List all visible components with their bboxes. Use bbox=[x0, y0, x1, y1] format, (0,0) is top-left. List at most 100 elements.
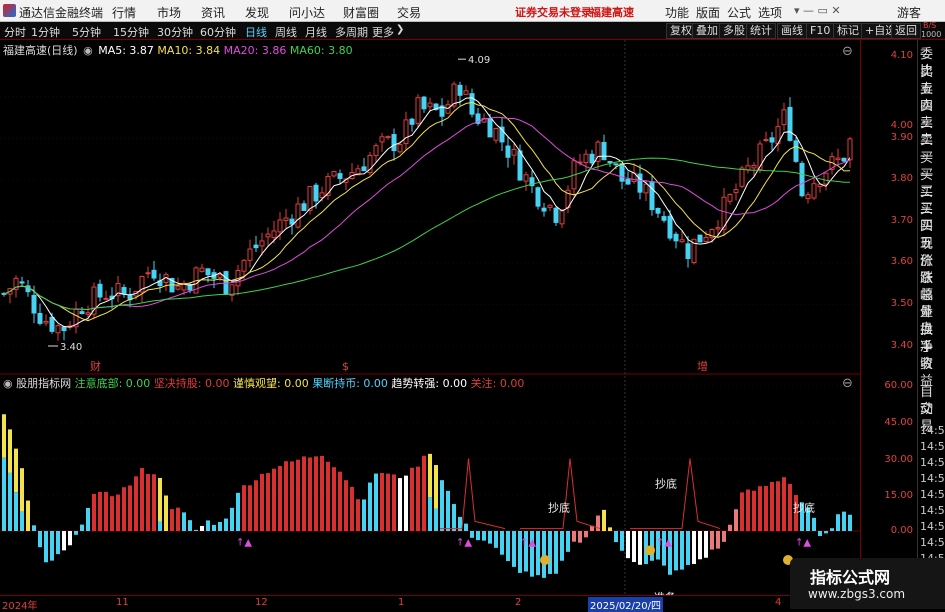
menu-icons[interactable]: ▾ — ▭ ✕ bbox=[794, 4, 841, 17]
hist-bar bbox=[14, 492, 18, 531]
indicator-settings-icon[interactable]: ◉ bbox=[3, 377, 13, 390]
period-5min[interactable]: 5分钟 bbox=[72, 24, 101, 40]
hist-bar bbox=[278, 466, 282, 531]
login-warning[interactable]: 证券交易未登录 bbox=[515, 4, 592, 20]
guest-button[interactable]: 游客 bbox=[897, 4, 921, 21]
candle-body bbox=[86, 313, 90, 315]
hist-bar bbox=[416, 467, 420, 531]
hist-bar bbox=[74, 531, 78, 535]
menu-item-shichang[interactable]: 市场 bbox=[157, 4, 181, 21]
period-multi[interactable]: 多周期 bbox=[335, 24, 368, 40]
chart-area[interactable]: 4.093.40财$增↑▲↑▲↑▲↑▲↑▲抄底抄底抄底准备准备 福建高速(日线)… bbox=[0, 40, 860, 595]
hist-bar bbox=[428, 497, 432, 531]
hist-bar bbox=[128, 485, 132, 531]
current-stock-name: 福建高速 bbox=[590, 4, 634, 20]
y-tick: 3.90 bbox=[891, 132, 913, 143]
candle-body bbox=[422, 97, 426, 109]
candle-body bbox=[242, 260, 246, 271]
up-arrow: ↑▲ bbox=[795, 538, 811, 549]
indicator-series bbox=[2, 414, 852, 578]
chaodi-label: 抄底 bbox=[655, 477, 677, 491]
hist-bar bbox=[290, 461, 294, 531]
candle-body bbox=[56, 326, 60, 333]
ind-item-4: 趋势转强: 0.00 bbox=[391, 377, 467, 390]
hist-bar bbox=[824, 531, 828, 533]
candle-body bbox=[662, 217, 666, 221]
btn-tongji[interactable]: 统计 bbox=[746, 23, 776, 39]
period-daily[interactable]: 日线 bbox=[245, 24, 267, 40]
btn-biaoji[interactable]: 标记 bbox=[833, 23, 863, 39]
hist-bar bbox=[392, 474, 396, 531]
hist-bar bbox=[632, 531, 636, 562]
period-30min[interactable]: 30分钟 bbox=[157, 24, 193, 40]
zoom-out-icon[interactable]: ⊖ bbox=[842, 44, 853, 59]
period-fenshi[interactable]: 分时 bbox=[4, 24, 26, 40]
menu-item-banmian[interactable]: 版面 bbox=[696, 4, 720, 21]
y-tick: 4.00 bbox=[891, 120, 913, 131]
hist-bar bbox=[746, 490, 750, 531]
x-tick: 2024年 bbox=[2, 597, 37, 612]
ind-y-tick: 0.00 bbox=[891, 525, 913, 536]
candle-body bbox=[206, 269, 210, 275]
indicator-title[interactable]: 股朋指标网 bbox=[16, 377, 71, 390]
period-15min[interactable]: 15分钟 bbox=[113, 24, 149, 40]
btn-fanhui[interactable]: 返回 bbox=[891, 23, 921, 39]
menu-item-gongneng[interactable]: 功能 bbox=[665, 4, 689, 21]
candle-body bbox=[800, 163, 804, 195]
menu-item-wenxiaoda[interactable]: 问小达 bbox=[289, 4, 325, 21]
hist-bar bbox=[92, 494, 96, 531]
menu-item-hangqing[interactable]: 行情 bbox=[112, 4, 136, 21]
menu-item-xuanxiang[interactable]: 选项 bbox=[758, 4, 782, 21]
period-60min[interactable]: 60分钟 bbox=[200, 24, 236, 40]
settings-circle-icon[interactable]: ◉ bbox=[83, 44, 93, 57]
hist-bar bbox=[56, 531, 60, 554]
hist-bar bbox=[110, 496, 114, 531]
x-tick: 2 bbox=[515, 597, 521, 608]
candle-body bbox=[698, 235, 702, 242]
candle-body bbox=[98, 284, 102, 297]
ind-zoom-icon[interactable]: ⊖ bbox=[842, 376, 853, 391]
hist-bar bbox=[638, 531, 642, 565]
menu-item-zixun[interactable]: 资讯 bbox=[201, 4, 225, 21]
signal-envelope bbox=[630, 459, 720, 529]
more-chevron-icon[interactable]: ❯ bbox=[396, 24, 404, 35]
menu-item-caifuquan[interactable]: 财富圈 bbox=[343, 4, 379, 21]
x-crosshair-date: 2025/02/20/四 bbox=[588, 597, 663, 612]
candle-body bbox=[524, 175, 528, 181]
menu-item-faxian[interactable]: 发现 bbox=[245, 4, 269, 21]
period-more[interactable]: 更多 bbox=[372, 24, 394, 40]
hist-bar bbox=[146, 474, 150, 531]
hist-bar bbox=[434, 465, 438, 509]
hist-bar bbox=[572, 531, 576, 542]
hist-bar bbox=[404, 476, 408, 531]
candle-body bbox=[260, 241, 264, 246]
hist-bar bbox=[620, 531, 624, 551]
hist-bar bbox=[356, 499, 360, 531]
chart-svg[interactable]: 4.093.40财$增↑▲↑▲↑▲↑▲↑▲抄底抄底抄底准备准备 bbox=[0, 40, 860, 595]
hist-bar bbox=[740, 492, 744, 531]
ma5-label: MA5: 3.87 bbox=[98, 44, 154, 57]
menu-item-gongshi[interactable]: 公式 bbox=[727, 4, 751, 21]
app-logo-icon bbox=[3, 4, 16, 17]
btn-f10[interactable]: F10 bbox=[806, 23, 834, 39]
candle-body bbox=[104, 298, 108, 299]
candle-body bbox=[836, 158, 840, 160]
hist-bar bbox=[326, 462, 330, 531]
tick-time: 14:56 bbox=[920, 438, 945, 455]
period-1min[interactable]: 1分钟 bbox=[31, 24, 60, 40]
btn-duogu[interactable]: 多股 bbox=[719, 23, 749, 39]
stock-title[interactable]: 福建高速(日线) bbox=[3, 44, 78, 57]
btn-huaxian[interactable]: 画线 bbox=[777, 23, 807, 39]
menu-item-jiaoyi[interactable]: 交易 bbox=[397, 4, 421, 21]
candle-body bbox=[362, 167, 366, 171]
hist-bar bbox=[788, 484, 792, 531]
btn-diejia[interactable]: 叠加 bbox=[692, 23, 722, 39]
candle-body bbox=[308, 187, 312, 211]
hist-bar bbox=[698, 531, 702, 559]
hist-bar bbox=[722, 531, 726, 542]
tick-time: 14:56 bbox=[920, 502, 945, 519]
period-weekly[interactable]: 周线 bbox=[275, 24, 297, 40]
period-monthly[interactable]: 月线 bbox=[305, 24, 327, 40]
hist-bar bbox=[536, 531, 540, 575]
bs-toggle[interactable]: B/S bbox=[923, 22, 936, 30]
